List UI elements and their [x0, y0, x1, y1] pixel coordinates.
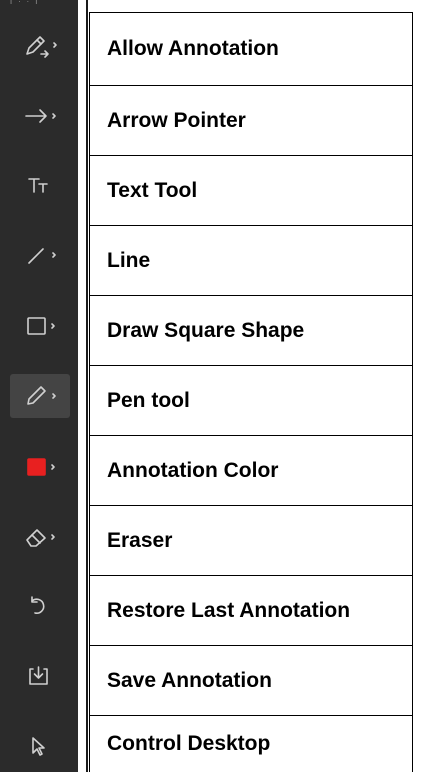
annotation-color-button[interactable]: [10, 445, 70, 489]
pen-tool-button[interactable]: [10, 374, 70, 418]
annotation-pen-button[interactable]: [10, 24, 70, 68]
legend-row-arrow-pointer: Arrow Pointer: [90, 85, 412, 155]
annotation-toolbar: I · · I: [0, 0, 78, 772]
arrow-right-icon: [22, 102, 58, 130]
eraser-button[interactable]: [10, 515, 70, 559]
legend-row-text-tool: Text Tool: [90, 155, 412, 225]
legend-row-annotation-color: Annotation Color: [90, 435, 412, 505]
cursor-pointer-icon: [22, 732, 58, 760]
legend-row-eraser: Eraser: [90, 505, 412, 575]
legend-row-allow-annotation: Allow Annotation: [90, 12, 412, 85]
square-icon: [22, 312, 58, 340]
legend-row-pen-tool: Pen tool: [90, 365, 412, 435]
legend-row-save-annotation: Save Annotation: [90, 645, 412, 715]
arrow-pointer-button[interactable]: [10, 94, 70, 138]
save-download-icon: [22, 662, 58, 690]
toolbar-edge: [86, 0, 88, 772]
line-button[interactable]: [10, 233, 70, 277]
legend-row-control-desktop: Control Desktop: [90, 715, 412, 772]
legend-row-line: Line: [90, 225, 412, 295]
tool-legend-table: Allow Annotation Arrow Pointer Text Tool…: [89, 12, 413, 772]
text-tool-button[interactable]: [10, 163, 70, 207]
eraser-icon: [22, 523, 58, 551]
annotation-pen-icon: [22, 32, 58, 60]
color-swatch-icon: [22, 453, 58, 481]
pen-icon: [22, 382, 58, 410]
undo-icon: [22, 592, 58, 620]
line-icon: [22, 241, 58, 269]
square-shape-button[interactable]: [10, 304, 70, 348]
legend-row-draw-square: Draw Square Shape: [90, 295, 412, 365]
restore-annotation-button[interactable]: [10, 584, 70, 628]
toolbar-top-hint: I · · I: [10, 0, 40, 5]
control-desktop-button[interactable]: [10, 724, 70, 768]
text-tool-icon: [22, 171, 58, 199]
save-annotation-button[interactable]: [10, 654, 70, 698]
legend-row-restore-annotation: Restore Last Annotation: [90, 575, 412, 645]
